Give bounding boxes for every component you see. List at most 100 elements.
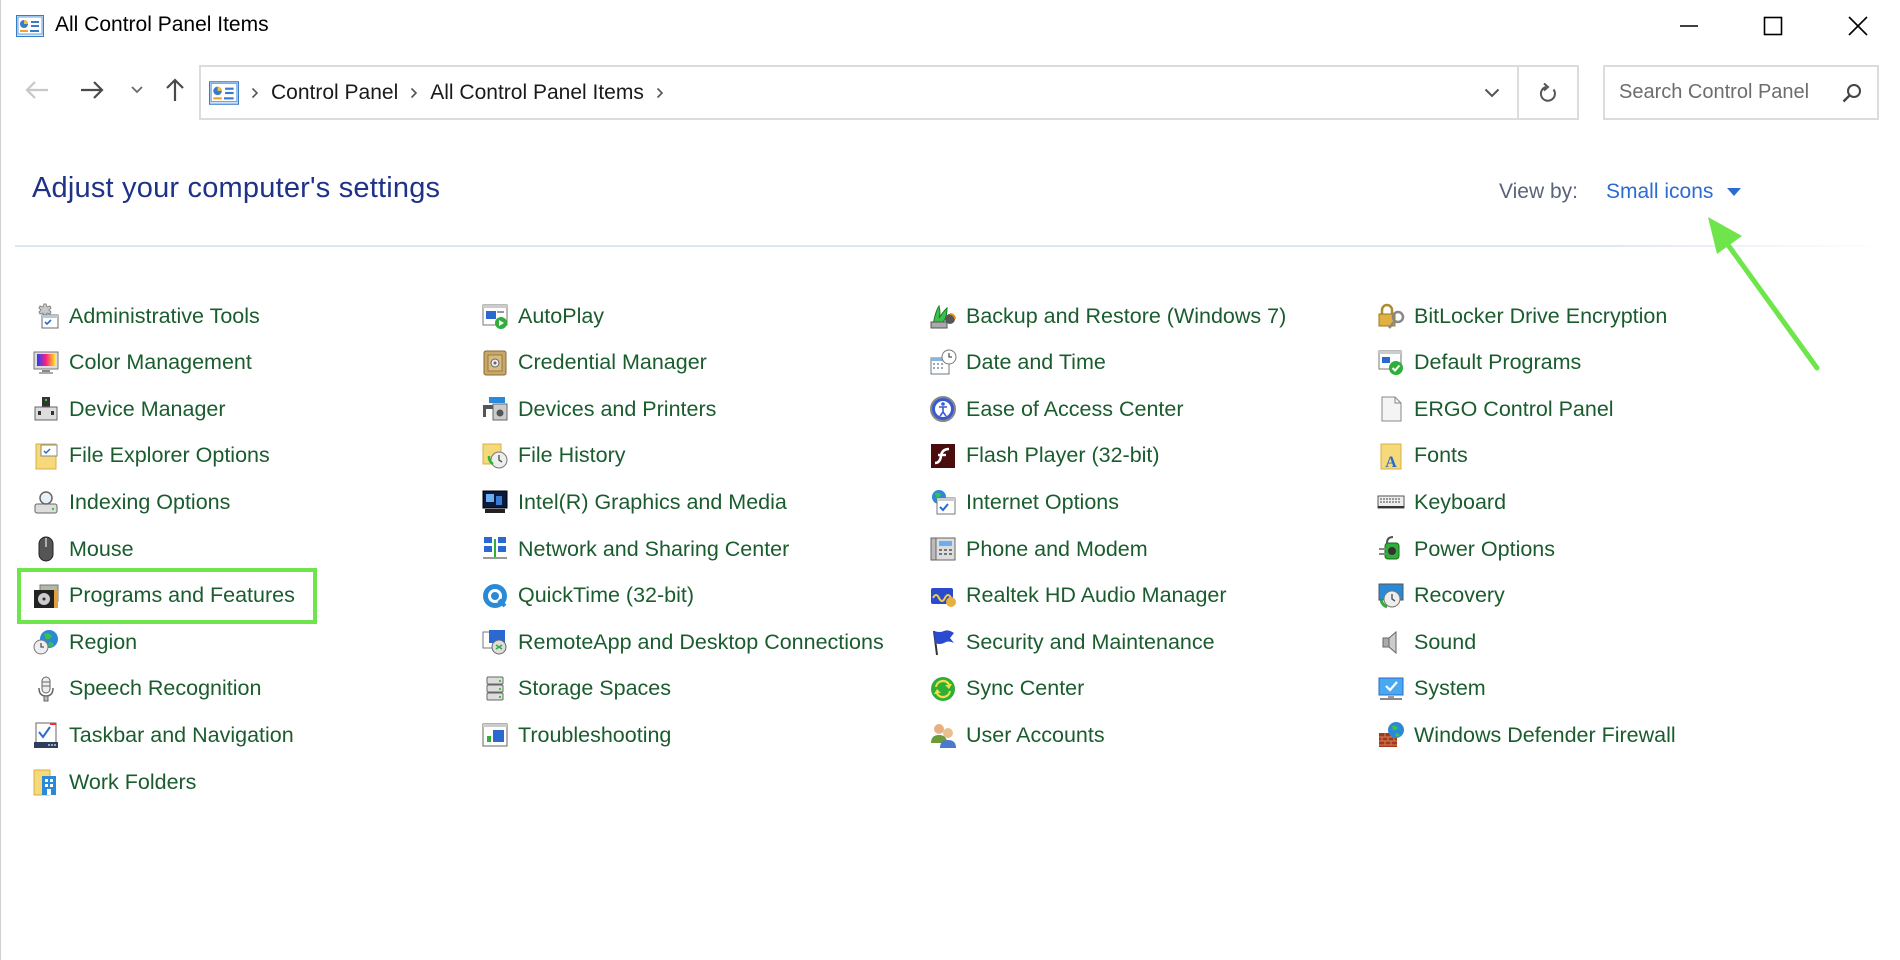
control-panel-item-security-and-maintenance[interactable]: Security and Maintenance [928,625,1215,659]
item-label[interactable]: Intel(R) Graphics and Media [518,490,787,515]
search-box[interactable] [1603,65,1879,120]
control-panel-item-backup-and-restore-windows-7[interactable]: Backup and Restore (Windows 7) [928,299,1286,333]
item-label[interactable]: Indexing Options [69,490,230,515]
item-label[interactable]: Network and Sharing Center [518,537,789,562]
control-panel-item-ergo-control-panel[interactable]: ERGO Control Panel [1376,392,1614,426]
control-panel-item-mouse[interactable]: Mouse [31,532,134,566]
item-label[interactable]: Date and Time [966,350,1106,375]
forward-button[interactable] [73,70,111,110]
control-panel-item-file-history[interactable]: File History [480,439,626,473]
item-label[interactable]: Phone and Modem [966,537,1148,562]
item-label[interactable]: Default Programs [1414,350,1581,375]
control-panel-item-default-programs[interactable]: Default Programs [1376,346,1581,380]
minimize-button[interactable] [1647,0,1731,52]
caret-down-icon[interactable] [1727,188,1742,196]
control-panel-item-troubleshooting[interactable]: Troubleshooting [480,718,671,752]
control-panel-item-credential-manager[interactable]: Credential Manager [480,346,707,380]
item-label[interactable]: Ease of Access Center [966,397,1184,422]
control-panel-item-work-folders[interactable]: Work Folders [31,765,196,799]
control-panel-item-windows-defender-firewall[interactable]: Windows Defender Firewall [1376,718,1676,752]
item-label[interactable]: ERGO Control Panel [1414,397,1614,422]
item-label[interactable]: Administrative Tools [69,304,260,329]
item-label[interactable]: Windows Defender Firewall [1414,723,1676,748]
item-label[interactable]: Work Folders [69,770,196,795]
item-label[interactable]: Mouse [69,537,134,562]
item-label[interactable]: Security and Maintenance [966,630,1215,655]
maximize-button[interactable] [1731,0,1815,52]
control-panel-item-ease-of-access-center[interactable]: Ease of Access Center [928,392,1184,426]
control-panel-item-recovery[interactable]: Recovery [1376,579,1505,613]
control-panel-item-intel-r-graphics-and-media[interactable]: Intel(R) Graphics and Media [480,485,787,519]
control-panel-item-speech-recognition[interactable]: Speech Recognition [31,672,261,706]
item-label[interactable]: RemoteApp and Desktop Connections [518,630,884,655]
control-panel-item-system[interactable]: System [1376,672,1486,706]
up-button[interactable] [157,70,193,110]
item-label[interactable]: Internet Options [966,490,1119,515]
breadcrumb-separator-icon[interactable] [656,87,664,99]
item-label[interactable]: Keyboard [1414,490,1506,515]
address-history-dropdown[interactable] [1467,67,1517,118]
control-panel-item-administrative-tools[interactable]: Administrative Tools [31,299,260,333]
breadcrumb-separator-icon[interactable] [251,87,259,99]
control-panel-item-devices-and-printers[interactable]: Devices and Printers [480,392,716,426]
control-panel-item-region[interactable]: Region [31,625,137,659]
item-label[interactable]: Devices and Printers [518,397,716,422]
view-by-dropdown[interactable]: Small icons [1606,180,1742,204]
item-label[interactable]: Sync Center [966,676,1084,701]
control-panel-item-programs-and-features[interactable]: Programs and Features [31,579,295,613]
breadcrumb-all-control-panel-items[interactable]: All Control Panel Items [430,81,644,105]
control-panel-item-device-manager[interactable]: Device Manager [31,392,226,426]
item-label[interactable]: Fonts [1414,443,1468,468]
item-label[interactable]: Speech Recognition [69,676,261,701]
item-label[interactable]: Programs and Features [69,583,295,608]
control-panel-item-power-options[interactable]: Power Options [1376,532,1555,566]
control-panel-item-user-accounts[interactable]: User Accounts [928,718,1105,752]
control-panel-item-fonts[interactable]: A Fonts [1376,439,1468,473]
item-label[interactable]: QuickTime (32-bit) [518,583,694,608]
control-panel-item-sound[interactable]: Sound [1376,625,1476,659]
control-panel-item-taskbar-and-navigation[interactable]: Taskbar and Navigation [31,718,294,752]
search-input[interactable] [1619,81,1829,104]
item-label[interactable]: Realtek HD Audio Manager [966,583,1227,608]
close-button[interactable] [1816,0,1900,52]
control-panel-item-bitlocker-drive-encryption[interactable]: BitLocker Drive Encryption [1376,299,1667,333]
control-panel-item-color-management[interactable]: Color Management [31,346,252,380]
item-label[interactable]: Power Options [1414,537,1555,562]
control-panel-item-indexing-options[interactable]: Indexing Options [31,485,230,519]
breadcrumb-control-panel[interactable]: Control Panel [271,81,398,105]
control-panel-item-phone-and-modem[interactable]: Phone and Modem [928,532,1148,566]
item-label[interactable]: Backup and Restore (Windows 7) [966,304,1286,329]
item-label[interactable]: Taskbar and Navigation [69,723,294,748]
item-label[interactable]: AutoPlay [518,304,604,329]
control-panel-item-internet-options[interactable]: Internet Options [928,485,1119,519]
item-label[interactable]: Troubleshooting [518,723,671,748]
control-panel-item-remoteapp-and-desktop-connections[interactable]: RemoteApp and Desktop Connections [480,625,884,659]
item-label[interactable]: Credential Manager [518,350,707,375]
item-label[interactable]: Region [69,630,137,655]
item-label[interactable]: User Accounts [966,723,1105,748]
item-label[interactable]: System [1414,676,1486,701]
control-panel-item-storage-spaces[interactable]: Storage Spaces [480,672,671,706]
item-label[interactable]: File History [518,443,626,468]
control-panel-item-autoplay[interactable]: AutoPlay [480,299,604,333]
item-label[interactable]: Flash Player (32-bit) [966,443,1160,468]
item-label[interactable]: Storage Spaces [518,676,671,701]
refresh-button[interactable] [1517,67,1577,118]
control-panel-item-keyboard[interactable]: Keyboard [1376,485,1506,519]
address-bar[interactable]: Control Panel All Control Panel Items [199,65,1579,120]
breadcrumb-separator-icon[interactable] [410,87,418,99]
item-label[interactable]: Device Manager [69,397,226,422]
control-panel-item-network-and-sharing-center[interactable]: Network and Sharing Center [480,532,789,566]
control-panel-item-date-and-time[interactable]: Date and Time [928,346,1106,380]
item-label[interactable]: Sound [1414,630,1476,655]
control-panel-item-file-explorer-options[interactable]: File Explorer Options [31,439,270,473]
recent-locations-button[interactable] [125,70,149,110]
item-label[interactable]: Recovery [1414,583,1505,608]
control-panel-item-sync-center[interactable]: Sync Center [928,672,1084,706]
view-by-value[interactable]: Small icons [1606,180,1713,204]
item-label[interactable]: File Explorer Options [69,443,270,468]
control-panel-item-realtek-hd-audio-manager[interactable]: Realtek HD Audio Manager [928,579,1227,613]
item-label[interactable]: Color Management [69,350,252,375]
control-panel-item-flash-player-32-bit[interactable]: Flash Player (32-bit) [928,439,1160,473]
control-panel-item-quicktime-32-bit[interactable]: QuickTime (32-bit) [480,579,694,613]
